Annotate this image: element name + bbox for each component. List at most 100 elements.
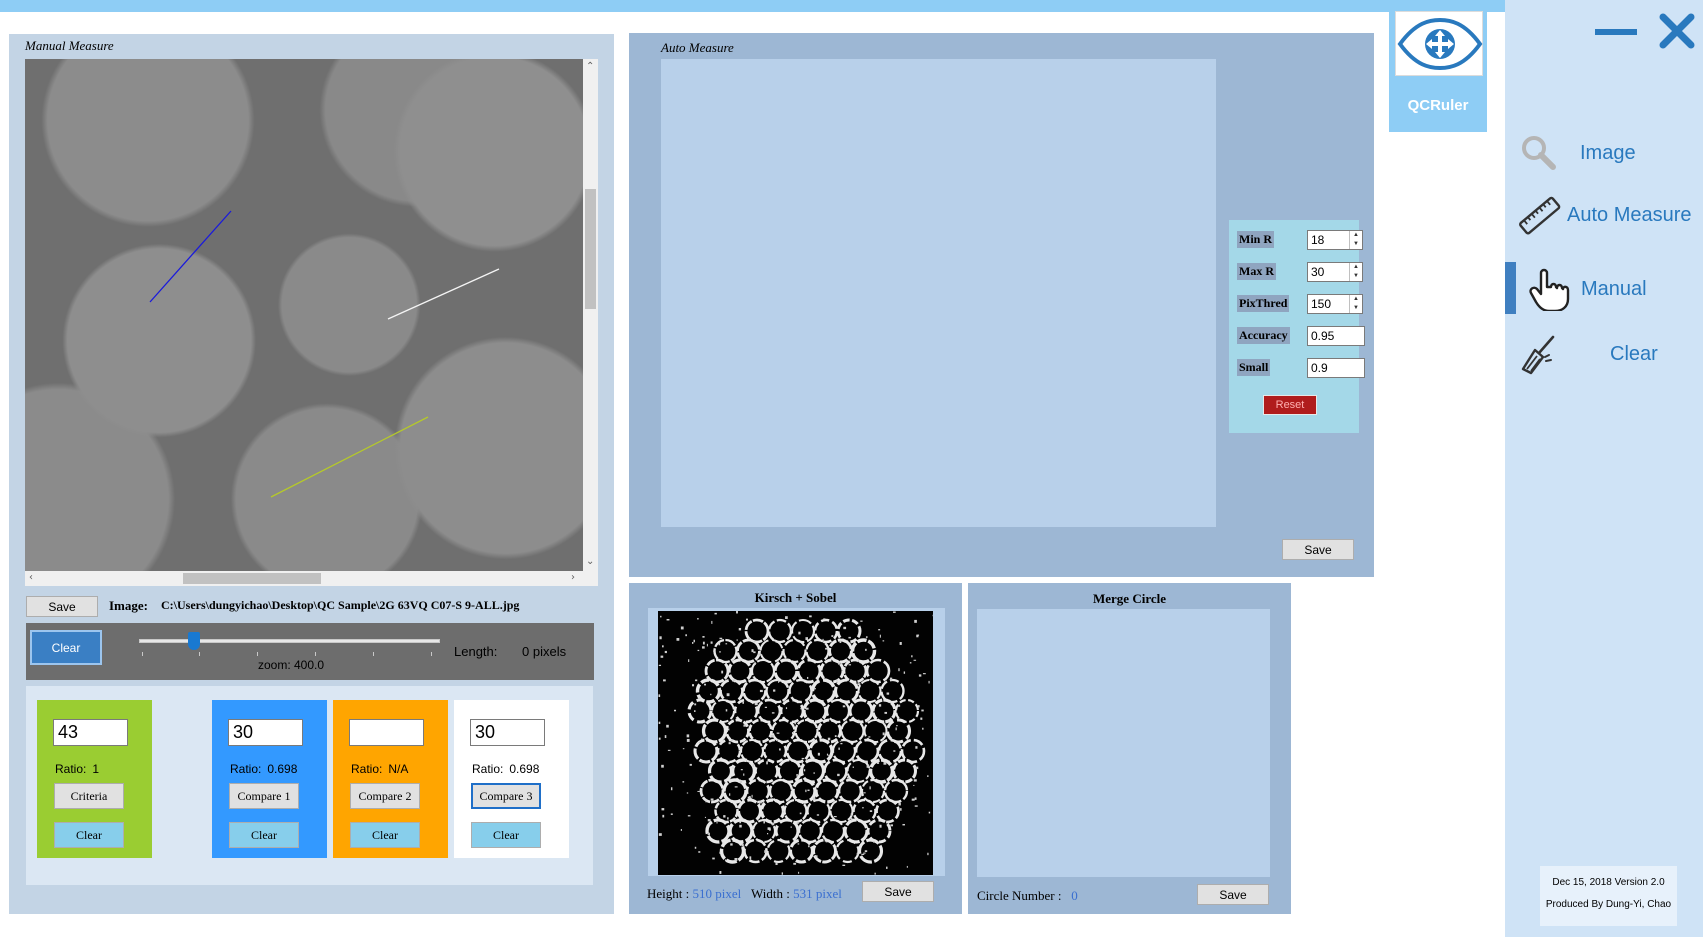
ratio-value: 0.698 [509, 762, 540, 776]
edge-circle [814, 778, 840, 804]
reset-button[interactable]: Reset [1263, 395, 1317, 415]
compare-1-input[interactable] [228, 719, 303, 746]
edge-speck [928, 811, 931, 814]
edge-speck [803, 769, 806, 772]
edge-speck [798, 871, 800, 874]
compare-2-clear-button[interactable]: Clear [350, 822, 420, 848]
measure-line-criteria [149, 210, 232, 303]
spinner-value: 18 [1311, 233, 1325, 247]
spinner-arrows-icon[interactable]: ▲ ▼ [1349, 263, 1362, 281]
accuracy-input[interactable]: 0.95 [1307, 326, 1365, 346]
manual-image-view[interactable] [25, 59, 584, 571]
edge-speck [900, 808, 902, 811]
edge-speck [660, 615, 662, 618]
edge-speck [664, 650, 667, 654]
scroll-right-icon[interactable]: › [571, 573, 575, 583]
sidebar-item-manual[interactable]: Manual [1505, 262, 1703, 317]
scroll-left-icon[interactable]: ‹ [29, 573, 33, 583]
auto-measure-canvas[interactable] [661, 59, 1216, 527]
sidebar-item-label: Clear [1610, 343, 1658, 365]
edge-speck [781, 872, 783, 875]
width-label: Width : [751, 886, 790, 901]
edge-speck [691, 642, 694, 644]
edge-speck [890, 677, 893, 681]
edge-speck [785, 707, 788, 710]
edge-circle [900, 738, 926, 764]
edge-speck [865, 648, 867, 651]
sidebar-item-auto-measure[interactable]: Auto Measure [1505, 188, 1703, 243]
zoom-slider-thumb[interactable] [188, 632, 200, 650]
edge-circle [846, 758, 871, 784]
edge-speck [793, 862, 797, 865]
criteria-button[interactable]: Criteria [54, 783, 124, 809]
edge-speck [710, 693, 712, 696]
sidebar-item-image[interactable]: Image [1505, 126, 1703, 181]
vertical-scroll-thumb[interactable] [585, 189, 596, 309]
horizontal-scroll-thumb[interactable] [183, 573, 321, 584]
compare-1-button[interactable]: Compare 1 [229, 783, 299, 809]
edge-speck [837, 773, 840, 777]
edge-speck [724, 859, 727, 862]
compare-3-input[interactable] [470, 719, 545, 746]
small-input[interactable]: 0.9 [1307, 358, 1365, 378]
merge-save-button[interactable]: Save [1197, 884, 1269, 905]
auto-save-button[interactable]: Save [1282, 539, 1354, 560]
compare-1-clear-button[interactable]: Clear [229, 822, 299, 848]
edge-speck [927, 852, 929, 856]
circle-number: Circle Number : 0 [977, 888, 1078, 904]
edge-speck [688, 659, 690, 663]
scroll-down-icon[interactable]: ⌄ [586, 557, 594, 567]
edge-speck [864, 850, 868, 853]
edge-speck [863, 792, 866, 794]
spinner-arrows-icon[interactable]: ▲ ▼ [1349, 231, 1362, 249]
edge-speck [906, 865, 908, 868]
compare-2-button[interactable]: Compare 2 [350, 783, 420, 809]
edge-speck [879, 634, 881, 638]
edge-speck [759, 689, 763, 693]
scroll-up-icon[interactable]: ⌃ [586, 62, 594, 72]
edge-circle [854, 738, 880, 764]
pixthred-spinner[interactable]: 150 ▲ ▼ [1307, 294, 1363, 314]
criteria-input[interactable] [53, 719, 128, 746]
auto-measure-title: Auto Measure [661, 40, 734, 55]
minimize-icon[interactable] [1595, 29, 1637, 35]
edge-speck [736, 611, 738, 614]
edge-speck [800, 707, 802, 710]
criteria-clear-button[interactable]: Clear [54, 822, 124, 848]
sidebar-item-clear[interactable]: Clear [1505, 327, 1703, 382]
kirsch-save-button[interactable]: Save [862, 881, 934, 902]
edge-speck [694, 703, 697, 706]
slider-tick [257, 652, 258, 656]
min-r-spinner[interactable]: 18 ▲ ▼ [1307, 230, 1363, 250]
edge-speck [927, 775, 929, 777]
edge-circle [802, 698, 828, 724]
spinner-value: 30 [1311, 265, 1325, 279]
edge-speck [869, 786, 871, 790]
edge-speck [730, 843, 733, 846]
compare-3-button[interactable]: Compare 3 [471, 783, 541, 809]
close-icon[interactable] [1659, 13, 1695, 49]
manual-clear-button[interactable]: Clear [30, 630, 102, 665]
manual-save-button[interactable]: Save [26, 596, 98, 617]
edge-speck [707, 819, 711, 822]
spinner-arrows-icon[interactable]: ▲ ▼ [1349, 295, 1362, 313]
edge-speck [815, 855, 818, 858]
horizontal-scrollbar[interactable]: ‹ › [25, 571, 584, 586]
height-value: 510 [692, 886, 713, 901]
edge-speck [728, 742, 731, 745]
version-text: Dec 15, 2018 Version 2.0 [1552, 877, 1665, 888]
edge-circle [825, 698, 851, 724]
edge-speck [848, 664, 852, 666]
edge-circle [767, 618, 793, 644]
edge-speck [842, 864, 846, 866]
edge-speck [806, 676, 809, 679]
max-r-spinner[interactable]: 30 ▲ ▼ [1307, 262, 1363, 282]
edge-speck [685, 634, 687, 637]
circle-number-value: 0 [1071, 888, 1078, 903]
compare-2-input[interactable] [349, 719, 424, 746]
edge-speck [758, 653, 762, 656]
edge-speck [911, 655, 913, 658]
vertical-scrollbar[interactable]: ⌃ ⌄ [583, 59, 598, 571]
compare-3-clear-button[interactable]: Clear [471, 822, 541, 848]
zoom-slider[interactable]: zoom: 400.0 [129, 626, 445, 674]
